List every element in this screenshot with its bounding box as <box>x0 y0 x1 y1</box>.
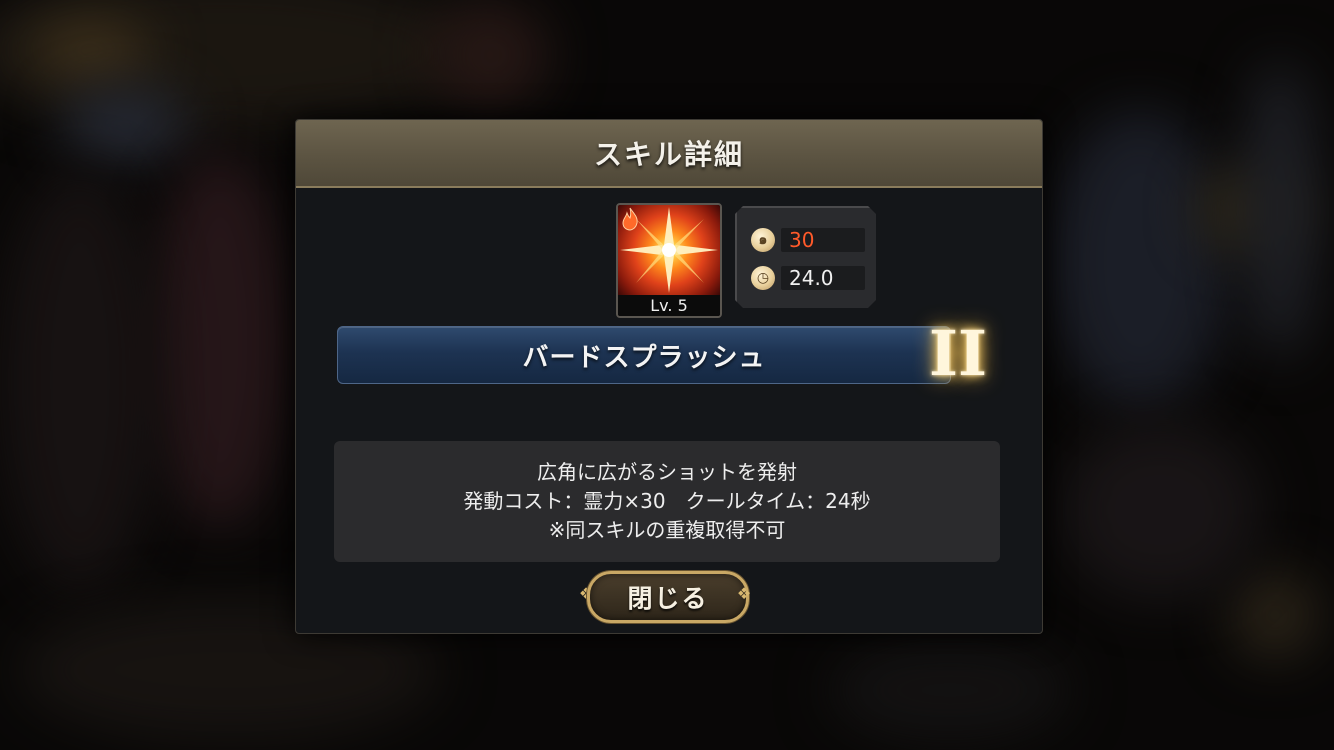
cost-row: ๑ 30 <box>751 228 865 252</box>
dialog-title-bar: スキル詳細 <box>296 120 1042 188</box>
description-line: 発動コスト：霊力×30 クールタイム：24秒 <box>463 489 871 513</box>
spirit-cost-icon: ๑ <box>751 228 775 252</box>
skill-detail-dialog: スキル詳細 Lv. 5 ๑ 30 ◷ 24.0 バードスプラッシュ II 広角に… <box>295 119 1043 634</box>
close-button[interactable]: ❖ 閉じる ❖ <box>577 571 753 623</box>
skill-name: バードスプラッシュ <box>522 342 766 373</box>
skill-name-bar: バードスプラッシュ <box>337 326 951 384</box>
skill-icon: Lv. 5 <box>616 203 722 318</box>
skill-rank-badge: II <box>922 317 994 390</box>
cooldown-clock-icon: ◷ <box>751 266 775 290</box>
dialog-title: スキル詳細 <box>593 138 744 171</box>
cooldown-value: 24.0 <box>781 266 865 290</box>
fire-element-icon <box>620 207 640 231</box>
cost-value: 30 <box>781 228 865 252</box>
close-button-label: 閉じる <box>627 584 709 613</box>
description-line: ※同スキルの重複取得不可 <box>548 518 786 542</box>
cooldown-row: ◷ 24.0 <box>751 266 865 290</box>
close-button-body[interactable]: 閉じる <box>587 571 749 623</box>
skill-stats-panel: ๑ 30 ◷ 24.0 <box>735 206 876 308</box>
skill-level-label: Lv. 5 <box>618 295 720 316</box>
ornament-icon: ❖ <box>736 584 752 603</box>
description-line: 広角に広がるショットを発射 <box>537 460 797 484</box>
skill-description-box: 広角に広がるショットを発射 発動コスト：霊力×30 クールタイム：24秒 ※同ス… <box>334 441 1000 562</box>
